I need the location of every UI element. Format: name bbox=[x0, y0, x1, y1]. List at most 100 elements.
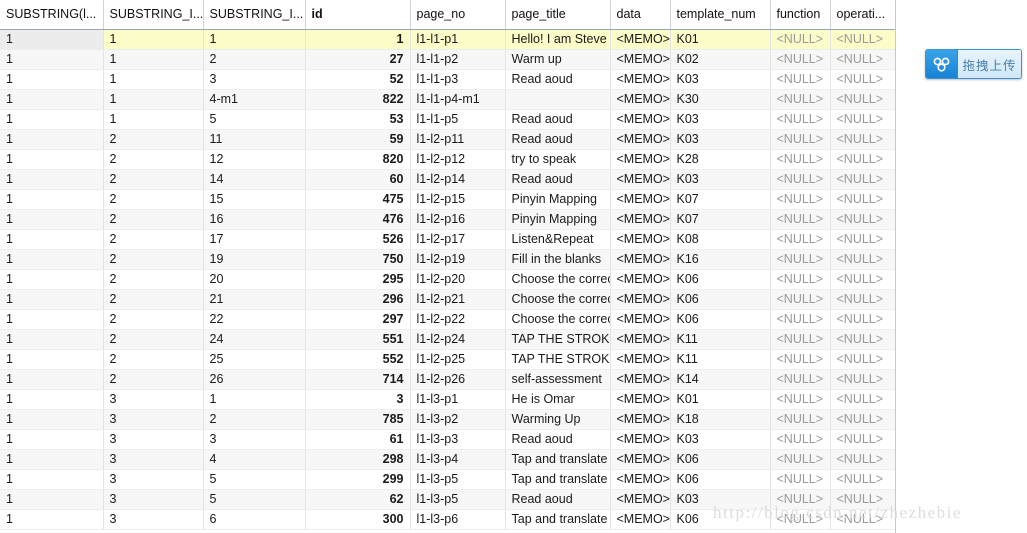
table-row[interactable]: 1 3 3 61 l1-l3-p3 Read aoud <MEMO> K03 <NULL> <NU… bbox=[0, 429, 895, 450]
cell-c5[interactable]: Choose the correct bbox=[505, 289, 611, 310]
cell-c2[interactable]: 5 bbox=[203, 469, 306, 490]
cell-c7[interactable]: K03 bbox=[670, 69, 771, 90]
cell-c7[interactable]: K02 bbox=[670, 49, 771, 70]
cell-c5[interactable]: try to speak bbox=[505, 149, 611, 170]
cell-c1[interactable]: 2 bbox=[103, 369, 204, 390]
cell-c9[interactable]: <NULL> bbox=[830, 209, 895, 230]
cell-c1[interactable]: 2 bbox=[103, 249, 204, 270]
cell-c6[interactable]: <MEMO> bbox=[610, 349, 671, 370]
cell-c0[interactable]: 1 bbox=[0, 229, 104, 250]
cell-c2[interactable]: 24 bbox=[203, 329, 306, 350]
cell-c8[interactable]: <NULL> bbox=[770, 389, 831, 410]
cell-c9[interactable]: <NULL> bbox=[830, 229, 895, 250]
cell-c4[interactable]: l1-l3-p1 bbox=[410, 389, 506, 410]
cell-c5[interactable]: TAP THE STROKE bbox=[505, 329, 611, 350]
cell-c4[interactable]: l1-l2-p16 bbox=[410, 209, 506, 230]
cell-c8[interactable]: <NULL> bbox=[770, 149, 831, 170]
cell-c0[interactable]: 1 bbox=[0, 69, 104, 90]
cell-c0[interactable]: 1 bbox=[0, 409, 104, 430]
cell-c2[interactable]: 25 bbox=[203, 349, 306, 370]
cell-c7[interactable]: K01 bbox=[670, 389, 771, 410]
table-row[interactable]: 1 1 3 52 l1-l1-p3 Read aoud <MEMO> K03 <NULL> <NU… bbox=[0, 69, 895, 90]
cell-c4[interactable]: l1-l3-p2 bbox=[410, 409, 506, 430]
cell-c3[interactable]: 820 bbox=[305, 149, 411, 170]
cell-c2[interactable]: 20 bbox=[203, 269, 306, 290]
cell-c9[interactable]: <NULL> bbox=[830, 149, 895, 170]
table-row[interactable]: 1 2 11 59 l1-l2-p11 Read aoud <MEMO> K03 <NULL> <… bbox=[0, 129, 895, 150]
cell-c6[interactable]: <MEMO> bbox=[610, 429, 671, 450]
cell-c4[interactable]: l1-l2-p24 bbox=[410, 329, 506, 350]
cell-c4[interactable]: l1-l2-p12 bbox=[410, 149, 506, 170]
cell-c1[interactable]: 1 bbox=[103, 89, 204, 110]
cell-c0[interactable]: 1 bbox=[0, 489, 104, 510]
cell-c1[interactable]: 2 bbox=[103, 349, 204, 370]
cell-c6[interactable]: <MEMO> bbox=[610, 509, 671, 530]
cell-c8[interactable]: <NULL> bbox=[770, 329, 831, 350]
cell-c4[interactable]: l1-l2-p25 bbox=[410, 349, 506, 370]
cell-c9[interactable]: <NULL> bbox=[830, 29, 895, 50]
cell-c1[interactable]: 2 bbox=[103, 329, 204, 350]
cell-c7[interactable]: K07 bbox=[670, 209, 771, 230]
column-header-c1[interactable]: SUBSTRING_I... bbox=[103, 0, 204, 30]
table-row[interactable]: 1 2 19 750 l1-l2-p19 Fill in the blanks <MEMO>… bbox=[0, 249, 895, 270]
cell-c2[interactable]: 26 bbox=[203, 369, 306, 390]
cell-c2[interactable]: 6 bbox=[203, 509, 306, 530]
cell-c6[interactable]: <MEMO> bbox=[610, 109, 671, 130]
column-header-c4[interactable]: page_no bbox=[410, 0, 506, 30]
cell-c5[interactable]: Read aoud bbox=[505, 429, 611, 450]
cell-c3[interactable]: 785 bbox=[305, 409, 411, 430]
cell-c8[interactable]: <NULL> bbox=[770, 49, 831, 70]
cell-c3[interactable]: 296 bbox=[305, 289, 411, 310]
cell-c8[interactable]: <NULL> bbox=[770, 449, 831, 470]
cell-c6[interactable]: <MEMO> bbox=[610, 129, 671, 150]
cell-c6[interactable]: <MEMO> bbox=[610, 169, 671, 190]
cell-c4[interactable]: l1-l3-p3 bbox=[410, 429, 506, 450]
cell-c9[interactable]: <NULL> bbox=[830, 369, 895, 390]
cell-c0[interactable]: 1 bbox=[0, 509, 104, 530]
cell-c0[interactable]: 1 bbox=[0, 129, 104, 150]
result-grid[interactable]: SUBSTRING(l... SUBSTRING_I... SUBSTRING_I.… bbox=[0, 0, 895, 530]
cell-c4[interactable]: l1-l1-p3 bbox=[410, 69, 506, 90]
cell-c7[interactable]: K30 bbox=[670, 89, 771, 110]
cell-c1[interactable]: 2 bbox=[103, 189, 204, 210]
cell-c0[interactable]: 1 bbox=[0, 349, 104, 370]
cell-c8[interactable]: <NULL> bbox=[770, 509, 831, 530]
cell-c3[interactable]: 552 bbox=[305, 349, 411, 370]
cell-c3[interactable]: 551 bbox=[305, 329, 411, 350]
cell-c8[interactable]: <NULL> bbox=[770, 269, 831, 290]
cell-c8[interactable]: <NULL> bbox=[770, 369, 831, 390]
cell-c5[interactable]: self-assessment bbox=[505, 369, 611, 390]
cell-c7[interactable]: K03 bbox=[670, 109, 771, 130]
cell-c5[interactable]: He is Omar bbox=[505, 389, 611, 410]
cell-c2[interactable]: 3 bbox=[203, 429, 306, 450]
cell-c9[interactable]: <NULL> bbox=[830, 69, 895, 90]
column-header-c8[interactable]: function bbox=[770, 0, 831, 30]
cell-c3[interactable]: 27 bbox=[305, 49, 411, 70]
cell-c9[interactable]: <NULL> bbox=[830, 269, 895, 290]
cell-c8[interactable]: <NULL> bbox=[770, 249, 831, 270]
cell-c9[interactable]: <NULL> bbox=[830, 469, 895, 490]
cell-c3[interactable]: 476 bbox=[305, 209, 411, 230]
table-row[interactable]: 1 3 5 62 l1-l3-p5 Read aoud <MEMO> K03 <NULL> <NU… bbox=[0, 489, 895, 510]
cell-c5[interactable] bbox=[505, 89, 611, 110]
cell-c9[interactable]: <NULL> bbox=[830, 309, 895, 330]
cell-c7[interactable]: K03 bbox=[670, 129, 771, 150]
cell-c1[interactable]: 3 bbox=[103, 429, 204, 450]
cell-c3[interactable]: 53 bbox=[305, 109, 411, 130]
cell-c5[interactable]: Warm up bbox=[505, 49, 611, 70]
cell-c9[interactable]: <NULL> bbox=[830, 109, 895, 130]
cell-c7[interactable]: K03 bbox=[670, 489, 771, 510]
cell-c2[interactable]: 2 bbox=[203, 409, 306, 430]
cell-c4[interactable]: l1-l2-p22 bbox=[410, 309, 506, 330]
table-row[interactable]: 1 3 2 785 l1-l3-p2 Warming Up <MEMO> K18 <NULL> <… bbox=[0, 409, 895, 430]
table-row[interactable]: 1 3 4 298 l1-l3-p4 Tap and translate <MEMO> K06… bbox=[0, 449, 895, 470]
cell-c3[interactable]: 299 bbox=[305, 469, 411, 490]
column-header-c6[interactable]: data bbox=[610, 0, 671, 30]
cell-c8[interactable]: <NULL> bbox=[770, 169, 831, 190]
cell-c8[interactable]: <NULL> bbox=[770, 129, 831, 150]
cell-c3[interactable]: 61 bbox=[305, 429, 411, 450]
cell-c2[interactable]: 4 bbox=[203, 449, 306, 470]
cell-c2[interactable]: 12 bbox=[203, 149, 306, 170]
cell-c1[interactable]: 3 bbox=[103, 409, 204, 430]
table-row[interactable]: 1 1 2 27 l1-l1-p2 Warm up <MEMO> K02 <NULL> <NULL… bbox=[0, 49, 895, 70]
